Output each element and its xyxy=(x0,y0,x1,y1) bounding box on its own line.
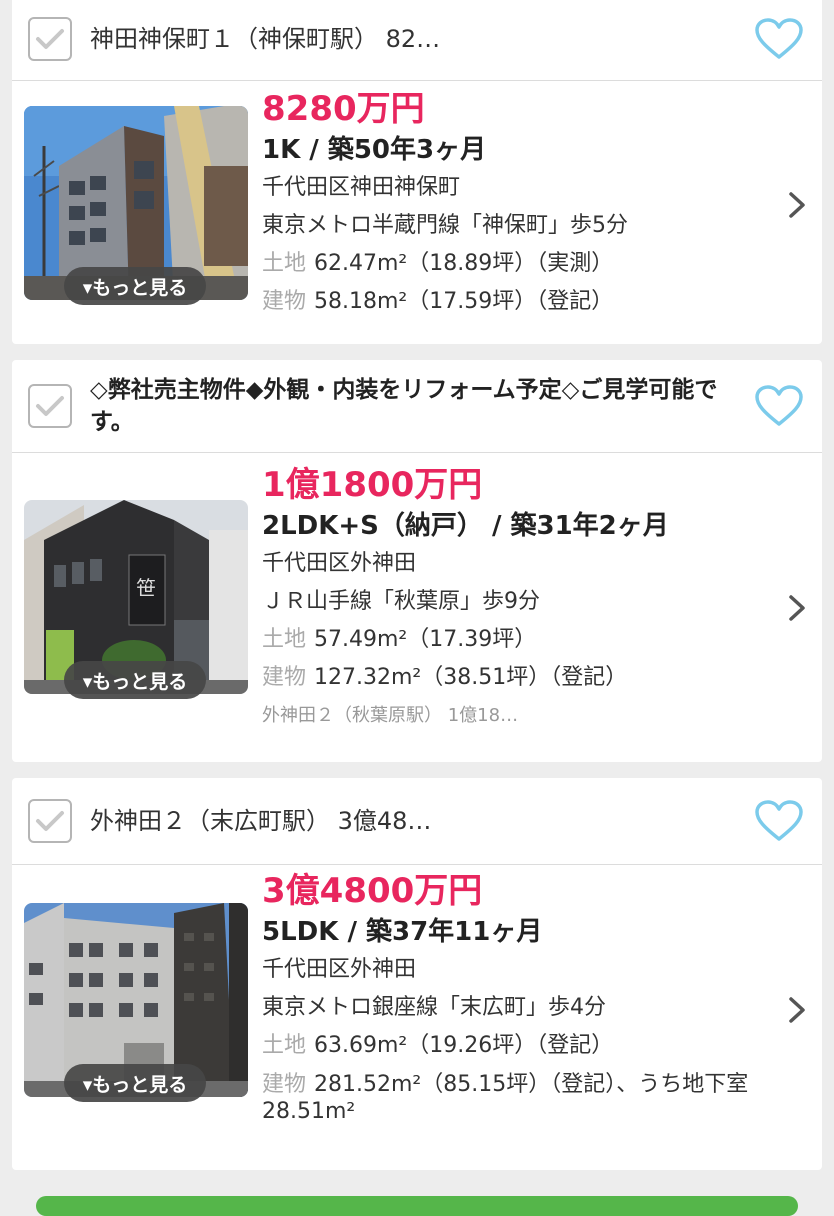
listing-body[interactable]: 笹 ▾もっと見る 1億1800万円 2LDK+S（納戸） / 築31年2ヶ月 千… xyxy=(12,453,822,762)
building-value: 58.18m²（17.59坪）（登記） xyxy=(314,289,614,314)
chevron-right-icon[interactable] xyxy=(786,995,808,1025)
listing-info: 8280万円 1K / 築50年3ヶ月 千代田区神田神保町 東京メトロ半蔵門線「… xyxy=(262,87,762,321)
listing-title[interactable]: 外神田２（末広町駅） 3億48… xyxy=(90,805,431,837)
listing-card: ◇弊社売主物件◆外観・内装をリフォーム予定◇ご見学可能です。 笹 ▾もっと見る … xyxy=(12,360,822,762)
listing-title[interactable]: 神田神保町１（神保町駅） 82… xyxy=(90,23,440,55)
select-checkbox[interactable] xyxy=(28,384,72,428)
listing-subtitle: 外神田２（秋葉原駅） 1億18… xyxy=(262,705,519,726)
select-checkbox[interactable] xyxy=(28,799,72,843)
layout-age: 2LDK+S（納戸） / 築31年2ヶ月 xyxy=(262,511,669,541)
check-icon xyxy=(36,29,64,49)
building-value: 127.32m²（38.51坪）（登記） xyxy=(314,665,628,690)
layout-age: 1K / 築50年3ヶ月 xyxy=(262,135,487,165)
listing-info: 1億1800万円 2LDK+S（納戸） / 築31年2ヶ月 千代田区外神田 ＪＲ… xyxy=(262,463,762,735)
listing-body[interactable]: ▾もっと見る 3億4800万円 5LDK / 築37年11ヶ月 千代田区外神田 … xyxy=(12,865,822,1170)
price: 3億4800万円 xyxy=(262,871,483,911)
listing-card: 外神田２（末広町駅） 3億48… ▾もっと見る 3億4800万円 5LDK / … xyxy=(12,778,822,1170)
more-button[interactable]: ▾もっと見る xyxy=(64,267,206,305)
listing-title[interactable]: ◇弊社売主物件◆外観・内装をリフォーム予定◇ご見学可能です。 xyxy=(90,374,732,438)
address: 千代田区外神田 xyxy=(262,551,417,576)
address: 千代田区神田神保町 xyxy=(262,175,461,200)
listing-body[interactable]: ▾もっと見る 8280万円 1K / 築50年3ヶ月 千代田区神田神保町 東京メ… xyxy=(12,81,822,343)
address: 千代田区外神田 xyxy=(262,957,417,982)
check-icon xyxy=(36,396,64,416)
heart-icon[interactable] xyxy=(754,17,804,61)
svg-text:笹: 笹 xyxy=(136,576,156,600)
check-icon xyxy=(36,811,64,831)
land-label: 土地 xyxy=(262,1033,307,1058)
land-value: 62.47m²（18.89坪）（実測） xyxy=(314,251,614,276)
more-button[interactable]: ▾もっと見る xyxy=(64,1064,206,1102)
land-label: 土地 xyxy=(262,251,307,276)
chevron-right-icon[interactable] xyxy=(786,593,808,623)
building-area: 建物 127.32m²（38.51坪）（登記） xyxy=(262,659,762,697)
land-area: 土地 63.69m²（19.26坪）（登記） xyxy=(262,1027,762,1065)
chevron-right-icon[interactable] xyxy=(786,190,808,220)
price: 8280万円 xyxy=(262,89,425,129)
station: 東京メトロ半蔵門線「神保町」歩5分 xyxy=(262,213,628,238)
listing-card: 神田神保町１（神保町駅） 82… ▾もっと見る 8280万円 1K / 築50年… xyxy=(12,0,822,344)
listing-info: 3億4800万円 5LDK / 築37年11ヶ月 千代田区外神田 東京メトロ銀座… xyxy=(262,869,762,1125)
listing-header: ◇弊社売主物件◆外観・内装をリフォーム予定◇ご見学可能です。 xyxy=(12,360,822,453)
building-label: 建物 xyxy=(262,289,307,314)
select-checkbox[interactable] xyxy=(28,17,72,61)
building-area: 建物 58.18m²（17.59坪）（登記） xyxy=(262,283,762,321)
listing-header: 外神田２（末広町駅） 3億48… xyxy=(12,778,822,865)
heart-icon[interactable] xyxy=(754,384,804,428)
land-label: 土地 xyxy=(262,627,307,652)
land-area: 土地 62.47m²（18.89坪）（実測） xyxy=(262,245,762,283)
land-value: 63.69m²（19.26坪）（登記） xyxy=(314,1033,614,1058)
building-label: 建物 xyxy=(262,665,307,690)
building-value: 281.52m²（85.15坪）（登記）、うち地下室28.51m² xyxy=(262,1072,749,1124)
bottom-action-bar[interactable] xyxy=(36,1196,798,1216)
building-area: 建物 281.52m²（85.15坪）（登記）、うち地下室28.51m² xyxy=(262,1065,762,1125)
station: ＪＲ山手線「秋葉原」歩9分 xyxy=(262,589,540,614)
heart-icon[interactable] xyxy=(754,799,804,843)
layout-age: 5LDK / 築37年11ヶ月 xyxy=(262,917,543,947)
building-label: 建物 xyxy=(262,1072,307,1097)
station: 東京メトロ銀座線「末広町」歩4分 xyxy=(262,995,606,1020)
more-button[interactable]: ▾もっと見る xyxy=(64,661,206,699)
land-value: 57.49m²（17.39坪） xyxy=(314,627,537,652)
listing-header: 神田神保町１（神保町駅） 82… xyxy=(12,0,822,81)
land-area: 土地 57.49m²（17.39坪） xyxy=(262,621,762,659)
price: 1億1800万円 xyxy=(262,465,483,505)
